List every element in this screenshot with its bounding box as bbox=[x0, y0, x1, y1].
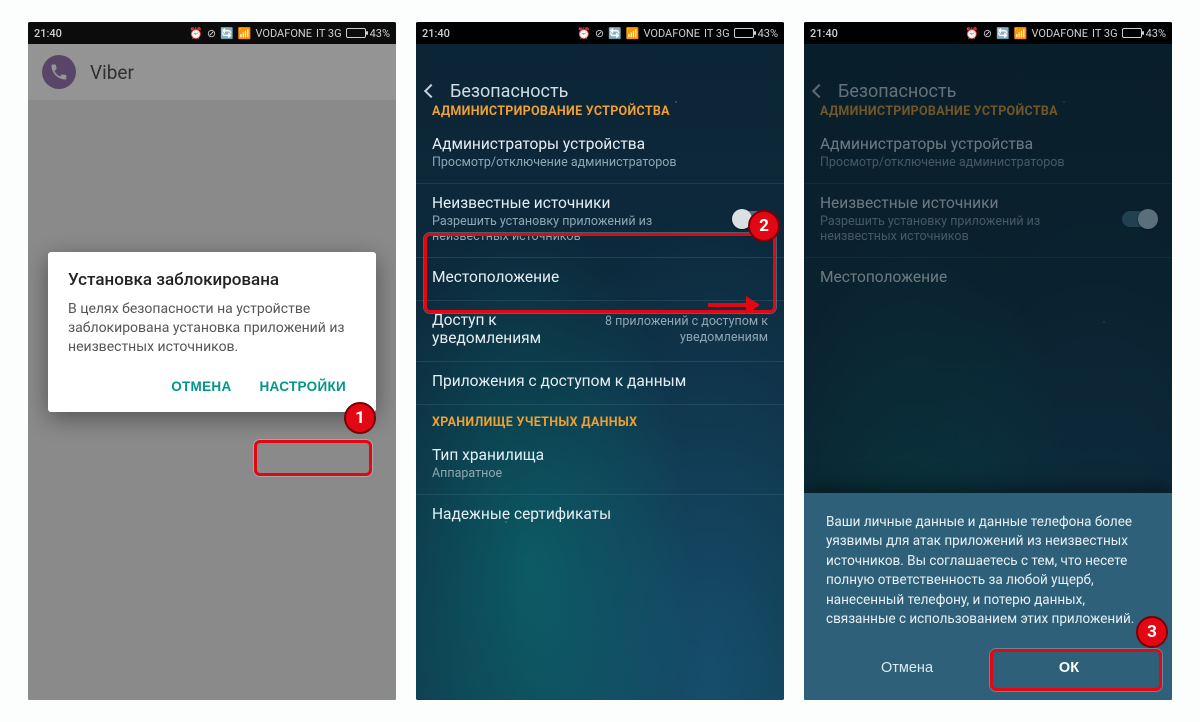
section-admin: АДМИНИСТРИРОВАНИЕ УСТРОЙСТВА bbox=[416, 94, 784, 125]
dnd-icon: ⊘ bbox=[207, 27, 216, 40]
battery-pct: 43% bbox=[758, 27, 778, 40]
annotation-marker-2: 2 bbox=[748, 210, 780, 242]
status-bar: 21:40 ⏰ ⊘ 🔄 📶 VODAFONE IT 3G 43% bbox=[416, 22, 784, 44]
annotation-highlight-3 bbox=[990, 649, 1162, 691]
dialog-body: В целях безопасности на устройстве забло… bbox=[68, 300, 356, 357]
sync-icon: 🔄 bbox=[220, 27, 234, 40]
annotation-arrow bbox=[708, 303, 758, 307]
row-device-admins[interactable]: Администраторы устройства Просмотр/отклю… bbox=[416, 125, 784, 184]
signal-icon: 📶 bbox=[626, 27, 640, 40]
annotation-highlight-2 bbox=[424, 233, 776, 313]
row-storage-type[interactable]: Тип хранилища Аппаратное bbox=[416, 436, 784, 495]
status-bar: 21:40 ⏰ ⊘ 🔄 📶 VODAFONE IT 3G 43% bbox=[804, 22, 1172, 44]
carrier-label: VODAFONE bbox=[255, 27, 312, 40]
battery-icon bbox=[346, 28, 366, 38]
battery-pct: 43% bbox=[370, 27, 390, 40]
battery-pct: 43% bbox=[1146, 27, 1166, 40]
dnd-icon: ⊘ bbox=[595, 27, 604, 40]
network-label: IT 3G bbox=[316, 27, 342, 40]
dialog-title: Установка заблокирована bbox=[68, 270, 356, 290]
carrier-label: VODAFONE bbox=[643, 27, 700, 40]
sync-icon: 🔄 bbox=[608, 27, 622, 40]
phone-screenshot-2: 21:40 ⏰ ⊘ 🔄 📶 VODAFONE IT 3G 43% Безопас… bbox=[416, 22, 784, 700]
row-trusted-certs[interactable]: Надежные сертификаты bbox=[416, 495, 784, 537]
install-blocked-dialog: Установка заблокирована В целях безопасн… bbox=[48, 252, 376, 412]
phone-screenshot-3: 21:40 ⏰ ⊘ 🔄 📶 VODAFONE IT 3G 43% Безопас… bbox=[804, 22, 1172, 700]
alarm-icon: ⏰ bbox=[189, 27, 203, 40]
status-time: 21:40 bbox=[34, 27, 62, 40]
carrier-label: VODAFONE bbox=[1031, 27, 1088, 40]
annotation-marker-1: 1 bbox=[344, 402, 376, 434]
status-time: 21:40 bbox=[810, 27, 838, 40]
row-apps-with-data-access[interactable]: Приложения с доступом к данным bbox=[416, 362, 784, 405]
signal-icon: 📶 bbox=[238, 27, 252, 40]
alarm-icon: ⏰ bbox=[577, 27, 591, 40]
battery-icon bbox=[1122, 28, 1142, 38]
status-bar: 21:40 ⏰ ⊘ 🔄 📶 VODAFONE IT 3G 43% bbox=[28, 22, 396, 44]
signal-icon: 📶 bbox=[1014, 27, 1028, 40]
annotation-marker-3: 3 bbox=[1136, 616, 1168, 648]
battery-icon bbox=[734, 28, 754, 38]
warning-cancel-button[interactable]: Отмена bbox=[826, 648, 988, 688]
settings-button[interactable]: НАСТРОЙКИ bbox=[250, 371, 357, 402]
warning-body: Ваши личные данные и данные телефона бол… bbox=[826, 513, 1150, 630]
network-label: IT 3G bbox=[704, 27, 730, 40]
phone-screenshot-1: 21:40 ⏰ ⊘ 🔄 📶 VODAFONE IT 3G 43% Viber У… bbox=[28, 22, 396, 700]
sync-icon: 🔄 bbox=[996, 27, 1010, 40]
status-time: 21:40 bbox=[422, 27, 450, 40]
annotation-highlight-1 bbox=[254, 440, 372, 476]
alarm-icon: ⏰ bbox=[965, 27, 979, 40]
network-label: IT 3G bbox=[1092, 27, 1118, 40]
section-credential-storage: ХРАНИЛИЩЕ УЧЕТНЫХ ДАННЫХ bbox=[416, 405, 784, 436]
dnd-icon: ⊘ bbox=[983, 27, 992, 40]
cancel-button[interactable]: ОТМЕНА bbox=[161, 371, 241, 402]
